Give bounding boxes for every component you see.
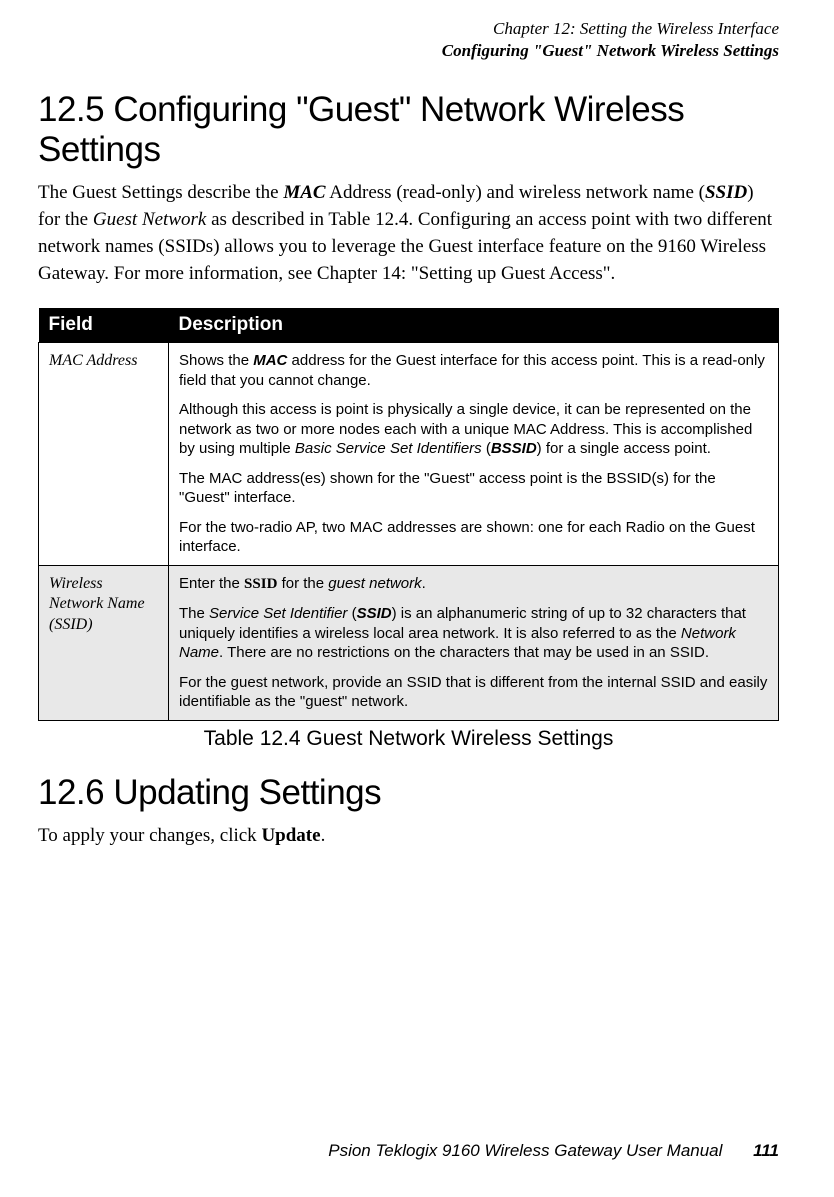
field-description-cell: Enter the SSID for the guest network. The… xyxy=(169,565,779,720)
field-name-cell: MAC Address xyxy=(39,343,169,566)
table-header-description: Description xyxy=(169,308,779,343)
field-description-cell: Shows the MAC address for the Guest inte… xyxy=(169,343,779,566)
description-paragraph: Enter the SSID for the guest network. xyxy=(179,574,768,595)
section-12-6-heading: 12.6 Updating Settings xyxy=(38,773,779,813)
description-paragraph: The Service Set Identifier (SSID) is an … xyxy=(179,604,768,663)
description-paragraph: Shows the MAC address for the Guest inte… xyxy=(179,351,768,390)
page-footer: Psion Teklogix 9160 Wireless Gateway Use… xyxy=(328,1141,779,1161)
table-header-row: Field Description xyxy=(39,308,779,343)
field-name-cell: Wireless Network Name (SSID) xyxy=(39,565,169,720)
description-paragraph: For the guest network, provide an SSID t… xyxy=(179,673,768,712)
description-paragraph: Although this access is point is physica… xyxy=(179,400,768,459)
footer-manual-title: Psion Teklogix 9160 Wireless Gateway Use… xyxy=(328,1141,722,1160)
table-caption: Table 12.4 Guest Network Wireless Settin… xyxy=(38,727,779,751)
page-number: 111 xyxy=(753,1141,779,1160)
description-paragraph: For the two-radio AP, two MAC addresses … xyxy=(179,518,768,557)
table-row: MAC Address Shows the MAC address for the… xyxy=(39,343,779,566)
section-title-header: Configuring "Guest" Network Wireless Set… xyxy=(38,40,779,62)
section-12-6-paragraph: To apply your changes, click Update. xyxy=(38,823,779,850)
chapter-title: Chapter 12: Setting the Wireless Interfa… xyxy=(38,18,779,40)
page-header: Chapter 12: Setting the Wireless Interfa… xyxy=(38,18,779,62)
section-12-5-paragraph: The Guest Settings describe the MAC Addr… xyxy=(38,180,779,288)
section-12-5-heading: 12.5 Configuring "Guest" Network Wireles… xyxy=(38,90,779,170)
guest-settings-table: Field Description MAC Address Shows the M… xyxy=(38,308,779,721)
table-header-field: Field xyxy=(39,308,169,343)
table-row: Wireless Network Name (SSID)Enter the SS… xyxy=(39,565,779,720)
description-paragraph: The MAC address(es) shown for the "Guest… xyxy=(179,469,768,508)
